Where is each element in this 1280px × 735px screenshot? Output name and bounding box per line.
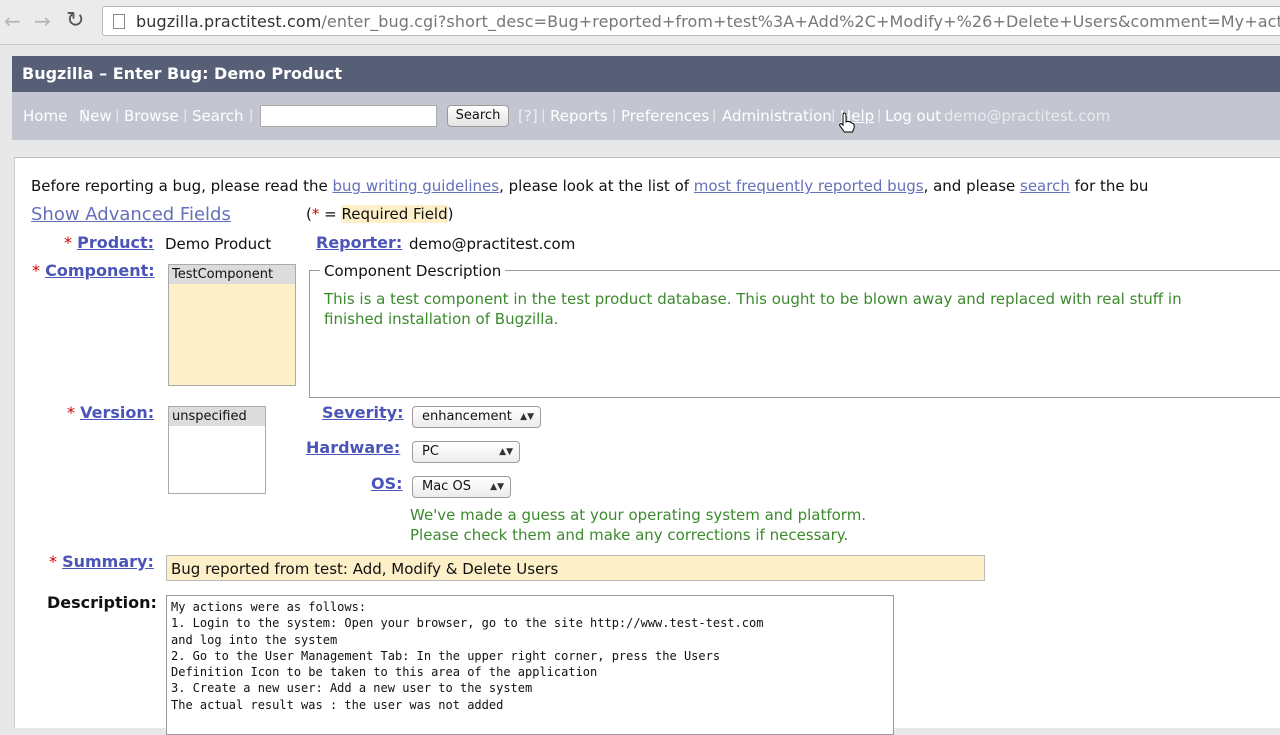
search-link[interactable]: search: [1020, 177, 1070, 195]
hardware-label[interactable]: Hardware:: [306, 438, 400, 457]
component-label-wrap: * Component:: [32, 261, 155, 280]
severity-label[interactable]: Severity:: [322, 403, 404, 422]
os-guess-line2: Please check them and make any correctio…: [410, 526, 849, 544]
product-value: Demo Product: [165, 235, 272, 253]
product-label[interactable]: Product:: [77, 233, 154, 252]
hand-cursor-icon: [839, 112, 855, 133]
bug-writing-guidelines-link[interactable]: bug writing guidelines: [333, 177, 500, 195]
component-description-line2: finished installation of Bugzilla.: [324, 310, 559, 328]
reporter-value: demo@practitest.com: [409, 235, 576, 253]
select-arrows-icon: ▲▼: [499, 447, 513, 457]
nav-home[interactable]: Home: [23, 107, 67, 125]
summary-label-wrap: * Summary:: [49, 552, 154, 571]
version-option[interactable]: unspecified: [169, 407, 265, 426]
search-button[interactable]: Search: [447, 105, 509, 127]
address-bar[interactable]: bugzilla.practitest.com/enter_bug.cgi?sh…: [102, 6, 1280, 36]
nav-browse[interactable]: Browse: [124, 107, 179, 125]
os-guess-line1: We've made a guess at your operating sys…: [410, 506, 867, 524]
product-label-wrap: * Product:: [64, 233, 155, 252]
nav-logout[interactable]: Log out: [885, 107, 941, 125]
main-nav: Home | New | Browse | Search | Search [?…: [12, 92, 1280, 140]
summary-input[interactable]: Bug reported from test: Add, Modify & De…: [166, 555, 985, 581]
url-text: bugzilla.practitest.com/enter_bug.cgi?sh…: [136, 12, 1280, 31]
logged-in-user: demo@practitest.com: [944, 107, 1111, 125]
description-textarea[interactable]: My actions were as follows: 1. Login to …: [166, 595, 894, 735]
component-description-line1: This is a test component in the test pro…: [324, 290, 1182, 308]
component-option[interactable]: TestComponent: [169, 265, 295, 284]
severity-select[interactable]: enhancement ▲▼: [412, 406, 541, 428]
hardware-select[interactable]: PC ▲▼: [412, 441, 520, 463]
select-arrows-icon: ▲▼: [490, 482, 504, 492]
os-select[interactable]: Mac OS ▲▼: [412, 476, 511, 498]
component-select[interactable]: TestComponent: [168, 264, 296, 386]
intro-text: Before reporting a bug, please read the …: [31, 177, 1149, 195]
nav-new[interactable]: New: [79, 107, 112, 125]
version-label[interactable]: Version:: [80, 403, 154, 422]
quicksearch-input[interactable]: [260, 105, 437, 127]
required-field-note: (* = Required Field): [306, 205, 454, 223]
frequent-bugs-link[interactable]: most frequently reported bugs: [694, 177, 924, 195]
forward-arrow-icon[interactable]: →: [34, 8, 51, 34]
version-select[interactable]: unspecified: [168, 406, 266, 494]
description-label: Description:: [47, 593, 157, 612]
os-label[interactable]: OS:: [371, 474, 403, 493]
reporter-label[interactable]: Reporter:: [316, 233, 402, 252]
browser-toolbar: ← → ↻ bugzilla.practitest.com/enter_bug.…: [0, 0, 1280, 45]
search-help-link[interactable]: [?]: [518, 107, 538, 125]
select-arrows-icon: ▲▼: [520, 412, 534, 422]
component-label[interactable]: Component:: [45, 261, 155, 280]
nav-search[interactable]: Search: [192, 107, 244, 125]
component-description-box: Component Description This is a test com…: [309, 262, 1280, 398]
component-description-legend: Component Description: [320, 262, 506, 280]
show-advanced-fields-link[interactable]: Show Advanced Fields: [31, 204, 231, 225]
nav-administration[interactable]: Administration: [722, 107, 832, 125]
nav-preferences[interactable]: Preferences: [621, 107, 709, 125]
summary-label[interactable]: Summary:: [62, 552, 154, 571]
back-arrow-icon[interactable]: ←: [4, 8, 21, 34]
version-label-wrap: * Version:: [67, 403, 155, 422]
reload-icon[interactable]: ↻: [66, 8, 84, 34]
nav-reports[interactable]: Reports: [550, 107, 608, 125]
page-title: Bugzilla – Enter Bug: Demo Product: [22, 64, 342, 83]
page-icon: [113, 14, 125, 29]
page-header: Bugzilla – Enter Bug: Demo Product: [12, 56, 1280, 92]
enter-bug-form: Before reporting a bug, please read the …: [14, 157, 1280, 735]
